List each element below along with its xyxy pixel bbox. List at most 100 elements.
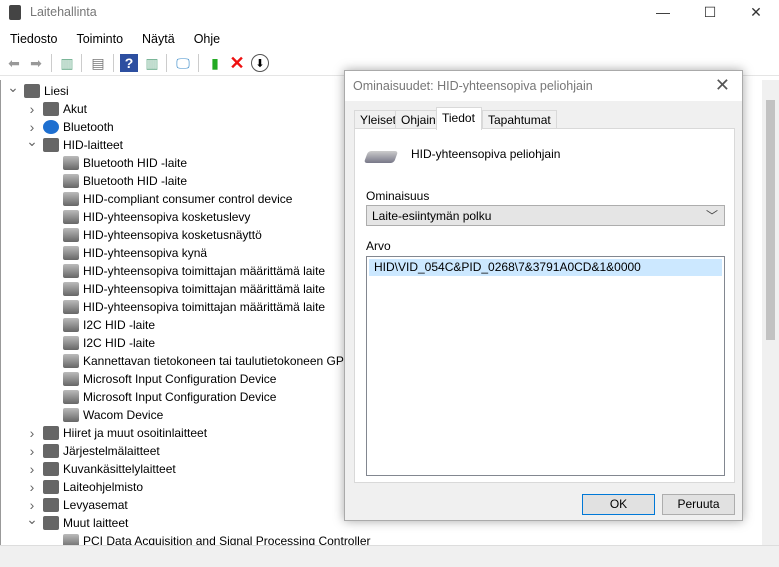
property-select-value: Laite-esiintymän polku	[372, 209, 492, 223]
back-icon[interactable]: ⬅	[5, 54, 23, 72]
tree-item[interactable]: I2C HID -laite	[63, 334, 155, 352]
tree-item[interactable]: Wacom Device	[63, 406, 163, 424]
tree-item[interactable]: Microsoft Input Configuration Device	[63, 370, 276, 388]
tree-item[interactable]: › Akut	[26, 100, 87, 118]
tree-item-label: Hiiret ja muut osoitinlaitteet	[63, 426, 208, 440]
tree-item-label: I2C HID -laite	[83, 318, 156, 332]
chevron-right-icon[interactable]: ›	[26, 442, 38, 460]
tree-item[interactable]: › Järjestelmälaitteet	[26, 442, 160, 460]
device-icon	[63, 210, 79, 224]
tab-tapahtumat[interactable]: Tapahtumat	[482, 110, 557, 129]
tree-item[interactable]: › Levyasemat	[26, 496, 128, 514]
window-title: Laitehallinta	[30, 5, 97, 19]
value-item[interactable]: HID\VID_054C&PID_0268\7&3791A0CD&1&0000	[369, 259, 722, 276]
show-hide-tree-icon[interactable]: ▥	[58, 54, 76, 72]
tree-item[interactable]: HID-yhteensopiva toimittajan määrittämä …	[63, 280, 325, 298]
disable-device-icon[interactable]: ⬇	[251, 54, 269, 72]
forward-icon[interactable]: ➡	[27, 54, 45, 72]
dialog-title: Ominaisuudet: HID-yhteensopiva peliohjai…	[353, 79, 593, 93]
vertical-scrollbar[interactable]	[762, 80, 779, 545]
minimize-button[interactable]: —	[640, 0, 686, 26]
tree-item-label: Microsoft Input Configuration Device	[83, 372, 277, 386]
tree-item[interactable]: HID-compliant consumer control device	[63, 190, 292, 208]
tree-item-label: Akut	[63, 102, 88, 116]
device-icon	[63, 264, 79, 278]
tree-item-label: Laiteohjelmisto	[63, 480, 144, 494]
property-label: Ominaisuus	[366, 189, 430, 203]
property-select[interactable]: Laite-esiintymän polku ﹀	[366, 205, 725, 226]
tree-item-label: Järjestelmälaitteet	[63, 444, 160, 458]
title-bar: Laitehallinta — ☐ ✕	[0, 0, 779, 26]
tree-item-label: Muut laitteet	[63, 516, 129, 530]
tree-item-label: HID-yhteensopiva kosketuslevy	[83, 210, 251, 224]
tree-item-label: HID-yhteensopiva toimittajan määrittämä …	[83, 264, 326, 278]
device-icon	[63, 408, 79, 422]
chevron-right-icon[interactable]: ›	[26, 100, 38, 118]
tree-item[interactable]: HID-yhteensopiva kosketuslevy	[63, 208, 250, 226]
menu-nayta[interactable]: Näytä	[132, 28, 184, 48]
tree-item[interactable]: HID-yhteensopiva kynä	[63, 244, 207, 262]
chevron-right-icon[interactable]: ›	[26, 460, 38, 478]
maximize-button[interactable]: ☐	[687, 0, 733, 26]
tree-item-label: Bluetooth	[63, 120, 114, 134]
device-icon	[43, 444, 59, 458]
device-icon	[43, 498, 59, 512]
tree-item[interactable]: › Hiiret ja muut osoitinlaitteet	[26, 424, 207, 442]
device-icon	[63, 336, 79, 350]
ok-button[interactable]: OK	[582, 494, 655, 515]
chevron-down-icon: ﹀	[705, 209, 718, 223]
properties-icon[interactable]: ▤	[89, 54, 107, 72]
gamepad-icon	[363, 151, 399, 163]
tab-tiedot[interactable]: Tiedot	[436, 107, 482, 130]
tree-item[interactable]: › Laiteohjelmisto	[26, 478, 143, 496]
device-name: HID-yhteensopiva peliohjain	[411, 147, 561, 161]
details-panel: HID-yhteensopiva peliohjain Ominaisuus L…	[354, 128, 735, 483]
tree-item-label: Kannettavan tietokoneen tai taulutietoko…	[83, 354, 357, 368]
menu-tiedosto[interactable]: Tiedosto	[0, 28, 66, 48]
tree-item-label: Levyasemat	[63, 498, 128, 512]
chevron-down-icon[interactable]: ⌄	[7, 78, 19, 96]
tree-item[interactable]: › Bluetooth	[26, 118, 114, 136]
chevron-right-icon[interactable]: ›	[26, 478, 38, 496]
menu-toiminto[interactable]: Toiminto	[66, 28, 132, 48]
tree-item[interactable]: ⌄ HID-laitteet	[26, 133, 124, 154]
tab-ohjain[interactable]: Ohjain	[395, 110, 442, 129]
update-driver-icon[interactable]: ▮	[206, 54, 224, 72]
tree-item[interactable]: Kannettavan tietokoneen tai taulutietoko…	[63, 352, 357, 370]
chevron-down-icon[interactable]: ⌄	[26, 132, 38, 150]
scan-hardware-icon[interactable]: 🖵	[174, 54, 192, 72]
cancel-button[interactable]: Peruuta	[662, 494, 735, 515]
chevron-right-icon[interactable]: ›	[26, 424, 38, 442]
tree-item-label: I2C HID -laite	[83, 336, 156, 350]
tree-item-label: HID-compliant consumer control device	[83, 192, 293, 206]
value-list[interactable]: HID\VID_054C&PID_0268\7&3791A0CD&1&0000	[366, 256, 725, 476]
chevron-down-icon[interactable]: ⌄	[26, 510, 38, 528]
tree-item[interactable]: Bluetooth HID -laite	[63, 172, 187, 190]
device-manager-icon	[9, 5, 21, 20]
device-icon	[43, 426, 59, 440]
help-icon[interactable]: ?	[120, 54, 138, 72]
properties-dialog: Ominaisuudet: HID-yhteensopiva peliohjai…	[344, 70, 743, 521]
tree-item[interactable]: ⌄ Muut laitteet	[26, 511, 129, 532]
device-icon	[43, 102, 59, 116]
tree-item[interactable]: Microsoft Input Configuration Device	[63, 388, 276, 406]
device-icon	[63, 318, 79, 332]
tree-item-label: Microsoft Input Configuration Device	[83, 390, 277, 404]
tree-item[interactable]: HID-yhteensopiva kosketusnäyttö	[63, 226, 262, 244]
tree-item-label: HID-laitteet	[63, 138, 124, 152]
tree-item-label: HID-yhteensopiva toimittajan määrittämä …	[83, 300, 326, 314]
device-icon	[63, 174, 79, 188]
tree-item[interactable]: HID-yhteensopiva toimittajan määrittämä …	[63, 262, 325, 280]
tree-item[interactable]: HID-yhteensopiva toimittajan määrittämä …	[63, 298, 325, 316]
tree-item[interactable]: Bluetooth HID -laite	[63, 154, 187, 172]
action-pane-icon[interactable]: ▥	[143, 54, 161, 72]
device-icon	[63, 156, 79, 170]
menu-ohje[interactable]: Ohje	[184, 28, 229, 48]
tree-item[interactable]: ⌄ Liesi	[7, 79, 69, 100]
device-icon	[43, 480, 59, 494]
dialog-close-button[interactable]: ✕	[715, 75, 730, 96]
tree-item[interactable]: I2C HID -laite	[63, 316, 155, 334]
uninstall-icon[interactable]: ✕	[228, 53, 246, 73]
tree-item[interactable]: › Kuvankäsittelylaitteet	[26, 460, 176, 478]
close-button[interactable]: ✕	[733, 0, 779, 26]
